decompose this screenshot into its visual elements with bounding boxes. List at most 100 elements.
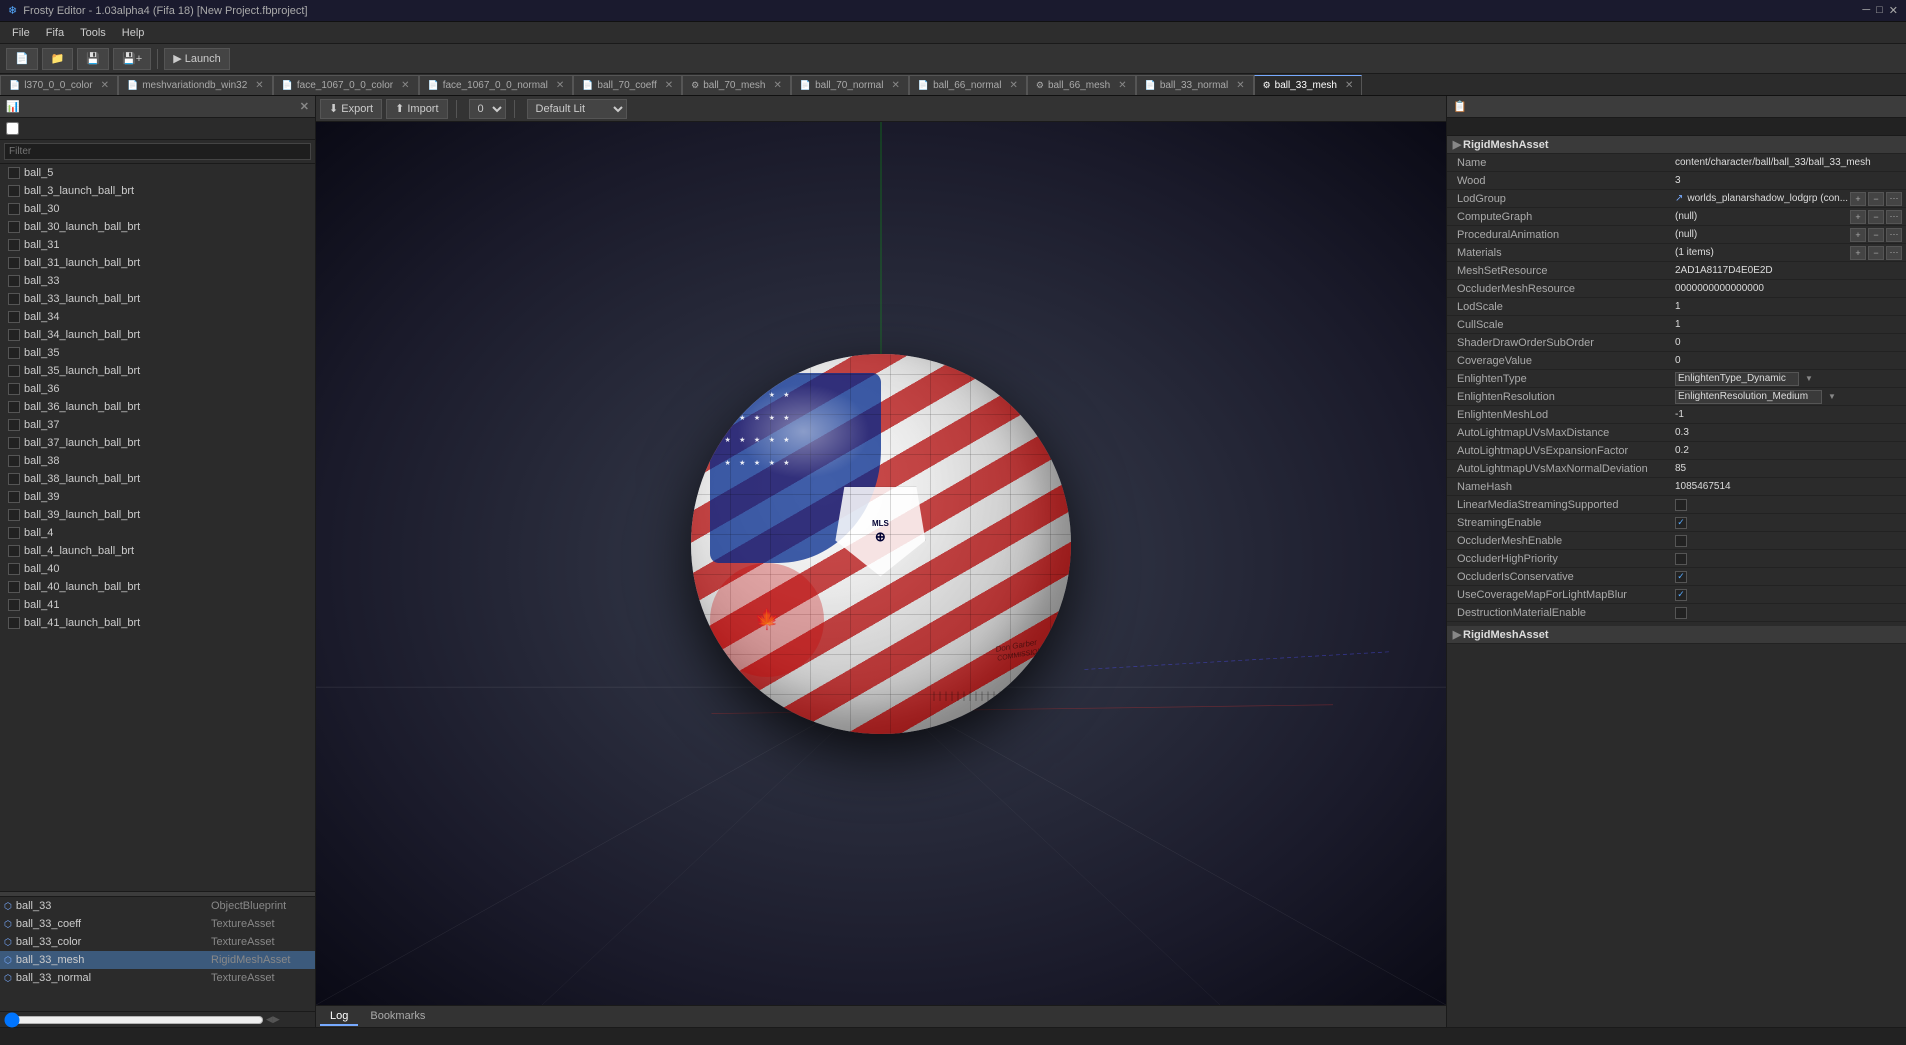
- menu-fifa[interactable]: Fifa: [38, 25, 72, 41]
- tree-checkbox[interactable]: [8, 257, 20, 269]
- prop-minus-btn-4[interactable]: −: [1868, 228, 1884, 242]
- tree-checkbox[interactable]: [8, 599, 20, 611]
- bottom-item-ball_33_mesh[interactable]: ⬡ball_33_meshRigidMeshAsset: [0, 951, 315, 969]
- prop-checkbox-22[interactable]: [1675, 553, 1687, 565]
- tab-t8[interactable]: 📄ball_66_normal✕: [909, 75, 1027, 95]
- prop-checkbox-24[interactable]: [1675, 589, 1687, 601]
- menu-tools[interactable]: Tools: [72, 25, 114, 41]
- prop-section-rigidmesh[interactable]: ▶RigidMeshAsset: [1447, 136, 1906, 154]
- tree-checkbox[interactable]: [8, 419, 20, 431]
- tree-checkbox[interactable]: [8, 437, 20, 449]
- tab-t5[interactable]: 📄ball_70_coeff✕: [573, 75, 682, 95]
- tree-checkbox[interactable]: [8, 311, 20, 323]
- tree-checkbox[interactable]: [8, 347, 20, 359]
- prop-section-rigidmeshasset[interactable]: ▶RigidMeshAsset: [1447, 626, 1906, 644]
- tree-checkbox[interactable]: [8, 527, 20, 539]
- tree-checkbox[interactable]: [8, 239, 20, 251]
- scroll-slider[interactable]: [4, 1016, 264, 1024]
- save-all-button[interactable]: 💾+: [113, 48, 151, 70]
- tree-checkbox[interactable]: [8, 185, 20, 197]
- tree-item-ball_35[interactable]: ball_35: [0, 344, 315, 362]
- section-toggle[interactable]: ▶: [1451, 139, 1463, 151]
- prop-dots-btn-2[interactable]: ⋯: [1886, 192, 1902, 206]
- prop-minus-btn-5[interactable]: −: [1868, 246, 1884, 260]
- tab-t4[interactable]: 📄face_1067_0_0_normal✕: [419, 75, 574, 95]
- tree-item-ball_33[interactable]: ball_33: [0, 272, 315, 290]
- lod-select[interactable]: 0 1 2 3: [469, 99, 506, 119]
- tree-item-ball_36_launch_ball_brt[interactable]: ball_36_launch_ball_brt: [0, 398, 315, 416]
- tab-close-t5[interactable]: ✕: [665, 80, 673, 91]
- show-modified-checkbox[interactable]: [6, 122, 19, 135]
- tab-t10[interactable]: 📄ball_33_normal✕: [1136, 75, 1254, 95]
- tree-item-ball_41_launch_ball_brt[interactable]: ball_41_launch_ball_brt: [0, 614, 315, 632]
- tree-checkbox[interactable]: [8, 473, 20, 485]
- prop-dropdown-13[interactable]: EnlightenResolution_Medium: [1675, 390, 1822, 404]
- section-toggle-2[interactable]: ▶: [1451, 629, 1463, 641]
- prop-plus-btn-4[interactable]: +: [1850, 228, 1866, 242]
- tree-item-ball_5[interactable]: ball_5: [0, 164, 315, 182]
- tab-close-t9[interactable]: ✕: [1118, 80, 1126, 91]
- tab-t9[interactable]: ⚙ball_66_mesh✕: [1027, 75, 1136, 95]
- tree-item-ball_30[interactable]: ball_30: [0, 200, 315, 218]
- tree-checkbox[interactable]: [8, 383, 20, 395]
- prop-link-2[interactable]: ↗: [1675, 193, 1683, 204]
- prop-dropdown-12[interactable]: EnlightenType_Dynamic: [1675, 372, 1799, 386]
- tree-item-ball_3_launch_ball_brt[interactable]: ball_3_launch_ball_brt: [0, 182, 315, 200]
- tree-item-ball_37_launch_ball_brt[interactable]: ball_37_launch_ball_brt: [0, 434, 315, 452]
- tree-checkbox[interactable]: [8, 203, 20, 215]
- tab-close-t3[interactable]: ✕: [401, 80, 409, 91]
- tab-close-t2[interactable]: ✕: [255, 80, 263, 91]
- tree-checkbox[interactable]: [8, 167, 20, 179]
- prop-checkbox-19[interactable]: [1675, 499, 1687, 511]
- prop-dots-btn-4[interactable]: ⋯: [1886, 228, 1902, 242]
- tab-close-t8[interactable]: ✕: [1009, 80, 1017, 91]
- tree-checkbox[interactable]: [8, 293, 20, 305]
- prop-dots-btn-3[interactable]: ⋯: [1886, 210, 1902, 224]
- tree-item-ball_36[interactable]: ball_36: [0, 380, 315, 398]
- tab-t3[interactable]: 📄face_1067_0_0_color✕: [273, 75, 419, 95]
- tree-item-ball_38[interactable]: ball_38: [0, 452, 315, 470]
- bottom-item-ball_33_color[interactable]: ⬡ball_33_colorTextureAsset: [0, 933, 315, 951]
- prop-checkbox-25[interactable]: [1675, 607, 1687, 619]
- tree-item-ball_41[interactable]: ball_41: [0, 596, 315, 614]
- tab-close-t10[interactable]: ✕: [1236, 80, 1244, 91]
- menu-help[interactable]: Help: [114, 25, 153, 41]
- tree-item-ball_31_launch_ball_brt[interactable]: ball_31_launch_ball_brt: [0, 254, 315, 272]
- bottom-item-ball_33_normal[interactable]: ⬡ball_33_normalTextureAsset: [0, 969, 315, 987]
- viewport[interactable]: ★★★★★ ★★★★★ ★★★★★ ★★★★★ MLS ⊕: [316, 122, 1446, 1005]
- tree-checkbox[interactable]: [8, 581, 20, 593]
- tree-item-ball_34[interactable]: ball_34: [0, 308, 315, 326]
- prop-checkbox-20[interactable]: [1675, 517, 1687, 529]
- tree-checkbox[interactable]: [8, 545, 20, 557]
- prop-checkbox-21[interactable]: [1675, 535, 1687, 547]
- minimize-btn[interactable]: ─: [1862, 4, 1870, 17]
- tree-checkbox[interactable]: [8, 221, 20, 233]
- bottom-item-ball_33[interactable]: ⬡ball_33ObjectBlueprint: [0, 897, 315, 915]
- tree-item-ball_40_launch_ball_brt[interactable]: ball_40_launch_ball_brt: [0, 578, 315, 596]
- launch-button[interactable]: ▶ Launch: [164, 48, 230, 70]
- tab-bookmarks[interactable]: Bookmarks: [360, 1008, 435, 1026]
- tab-t6[interactable]: ⚙ball_70_mesh✕: [682, 75, 791, 95]
- tree-item-ball_39_launch_ball_brt[interactable]: ball_39_launch_ball_brt: [0, 506, 315, 524]
- tab-close-t6[interactable]: ✕: [773, 80, 781, 91]
- prop-plus-btn-5[interactable]: +: [1850, 246, 1866, 260]
- prop-minus-btn-3[interactable]: −: [1868, 210, 1884, 224]
- save-file-button[interactable]: 💾: [77, 48, 109, 70]
- tree-checkbox[interactable]: [8, 455, 20, 467]
- tree-checkbox[interactable]: [8, 563, 20, 575]
- tab-close-t11[interactable]: ✕: [1345, 80, 1353, 91]
- tree-checkbox[interactable]: [8, 401, 20, 413]
- tree-item-ball_30_launch_ball_brt[interactable]: ball_30_launch_ball_brt: [0, 218, 315, 236]
- menu-file[interactable]: File: [4, 25, 38, 41]
- prop-minus-btn-2[interactable]: −: [1868, 192, 1884, 206]
- prop-checkbox-23[interactable]: [1675, 571, 1687, 583]
- open-file-button[interactable]: 📁: [42, 48, 74, 70]
- tree-item-ball_38_launch_ball_brt[interactable]: ball_38_launch_ball_brt: [0, 470, 315, 488]
- tree-checkbox[interactable]: [8, 365, 20, 377]
- tree-checkbox[interactable]: [8, 275, 20, 287]
- view-mode-select[interactable]: Default Lit Wireframe Unlit Detail Light…: [527, 99, 627, 119]
- tree-item-ball_4[interactable]: ball_4: [0, 524, 315, 542]
- filter-input[interactable]: [4, 143, 311, 160]
- tree-checkbox[interactable]: [8, 617, 20, 629]
- maximize-btn[interactable]: □: [1876, 4, 1883, 17]
